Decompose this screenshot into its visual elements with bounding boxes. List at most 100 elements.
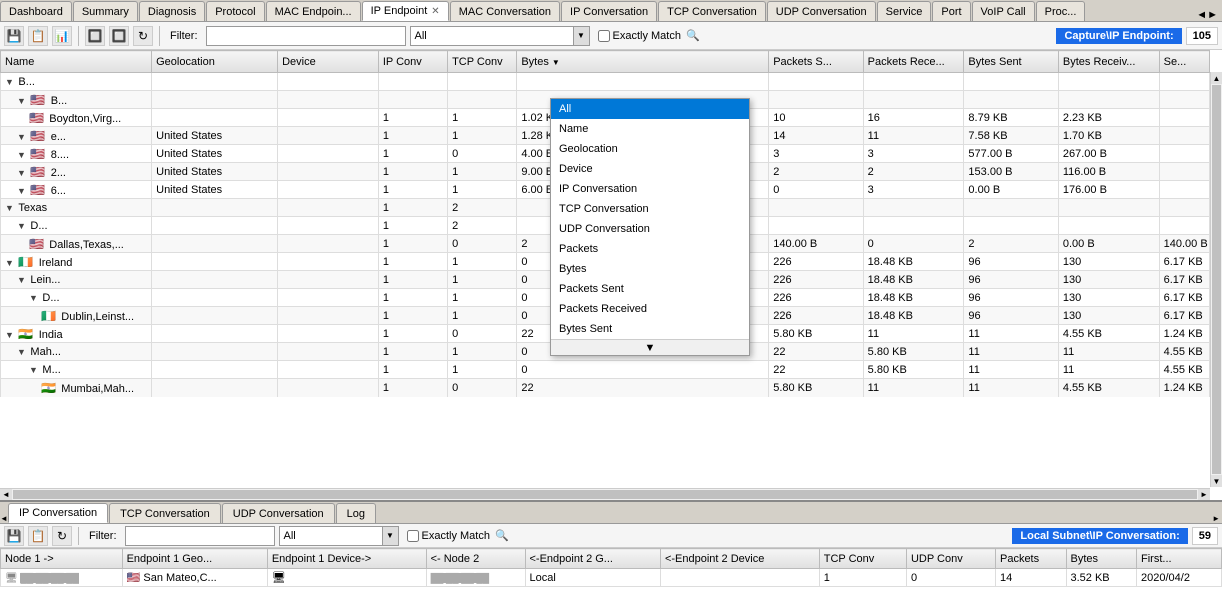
tab-dashboard[interactable]: Dashboard	[0, 1, 72, 21]
bottom-filter-input[interactable]	[125, 526, 275, 546]
bottom-toolbar-icon-3[interactable]: ↻	[52, 526, 72, 546]
bottom-col-bytes[interactable]: Bytes	[1066, 549, 1137, 569]
col-pkt-sent[interactable]: Packets S...	[769, 51, 863, 73]
expand-icon[interactable]: ▼	[17, 132, 28, 142]
scroll-up-arrow[interactable]: ▲	[1211, 72, 1222, 84]
expand-icon[interactable]: ▼	[17, 96, 28, 106]
bottom-nav-left[interactable]: ◄	[0, 514, 8, 523]
bottom-col-tcp-conv[interactable]: TCP Conv	[819, 549, 906, 569]
search-icon[interactable]: 🔍	[686, 29, 700, 42]
bottom-col-node2[interactable]: <- Node 2	[426, 549, 525, 569]
toolbar-icon-4[interactable]: 🔲	[85, 26, 105, 46]
filter-input[interactable]	[206, 26, 406, 46]
col-bytes[interactable]: Bytes ▼	[517, 51, 769, 73]
tab-summary[interactable]: Summary	[73, 1, 138, 21]
bottom-col-geo1[interactable]: Endpoint 1 Geo...	[122, 549, 267, 569]
toolbar-icon-6[interactable]: ↻	[133, 26, 153, 46]
close-icon[interactable]: ✕	[431, 6, 439, 17]
bottom-col-udp-conv[interactable]: UDP Conv	[906, 549, 995, 569]
bottom-col-dev1[interactable]: Endpoint 1 Device->	[267, 549, 426, 569]
tab-diagnosis[interactable]: Diagnosis	[139, 1, 205, 21]
dropdown-item-packets-sent[interactable]: Packets Sent	[551, 279, 749, 299]
table-row[interactable]: ▼ M...110225.80 KB11114.55 KB	[1, 361, 1210, 379]
tab-proc[interactable]: Proc...	[1036, 1, 1086, 21]
bottom-nav-right[interactable]: ►	[1210, 514, 1222, 523]
scroll-down-arrow[interactable]: ▼	[1211, 475, 1222, 487]
bottom-col-packets[interactable]: Packets	[995, 549, 1066, 569]
expand-icon[interactable]: ▼	[17, 168, 28, 178]
dropdown-item-bytes[interactable]: Bytes	[551, 259, 749, 279]
horizontal-scrollbar[interactable]: ◄ ►	[0, 488, 1210, 500]
expand-icon[interactable]: ▼	[29, 293, 40, 303]
exactly-match-checkbox[interactable]	[598, 30, 610, 42]
dropdown-item-bytes-sent[interactable]: Bytes Sent	[551, 319, 749, 339]
table-row[interactable]: ▼ B...	[1, 73, 1210, 91]
tab-mac-endpoint[interactable]: MAC Endpoin...	[266, 1, 361, 21]
bottom-dropdown-btn[interactable]: ▼	[382, 527, 398, 545]
dropdown-item-geolocation[interactable]: Geolocation	[551, 139, 749, 159]
dropdown-item-tcp-conv[interactable]: TCP Conversation	[551, 199, 749, 219]
dropdown-item-ip-conv[interactable]: IP Conversation	[551, 179, 749, 199]
tab-voip-call[interactable]: VoIP Call	[972, 1, 1035, 21]
bottom-table-row[interactable]: 🖥 ██ ██ ██ ██🇺🇸 San Mateo,C...🖥 ██ ██ ██…	[1, 569, 1222, 587]
tab-ip-endpoint[interactable]: IP Endpoint ✕	[362, 1, 449, 21]
h-scroll-thumb[interactable]	[13, 490, 1197, 499]
dropdown-item-all[interactable]: All	[551, 99, 749, 119]
col-bytes-sent[interactable]: Bytes Sent	[964, 51, 1058, 73]
expand-icon[interactable]: ▼	[5, 330, 16, 340]
bottom-exactly-match-checkbox[interactable]	[407, 530, 419, 542]
bottom-tab-ip-conversation[interactable]: IP Conversation	[8, 503, 108, 523]
scroll-left-arrow[interactable]: ◄	[0, 489, 12, 500]
expand-icon[interactable]: ▼	[29, 365, 40, 375]
bottom-filter-dropdown[interactable]: All ▼	[279, 526, 399, 546]
bottom-col-first[interactable]: First...	[1137, 549, 1222, 569]
col-se[interactable]: Se...	[1159, 51, 1209, 73]
dropdown-item-packets[interactable]: Packets	[551, 239, 749, 259]
bottom-col-dev2[interactable]: <-Endpoint 2 Device	[660, 549, 819, 569]
toolbar-icon-2[interactable]: 📋	[28, 26, 48, 46]
bottom-search-icon[interactable]: 🔍	[495, 529, 509, 542]
tab-service[interactable]: Service	[877, 1, 932, 21]
vertical-scrollbar[interactable]: ▲ ▼	[1210, 72, 1222, 487]
dropdown-item-packets-recv[interactable]: Packets Received	[551, 299, 749, 319]
expand-icon[interactable]: ▼	[5, 258, 16, 268]
expand-icon[interactable]: ▼	[17, 186, 28, 196]
dropdown-item-udp-conv[interactable]: UDP Conversation	[551, 219, 749, 239]
col-pkt-recv[interactable]: Packets Rece...	[863, 51, 964, 73]
scroll-thumb[interactable]	[1212, 85, 1221, 474]
col-device[interactable]: Device	[278, 51, 379, 73]
table-row[interactable]: 🇮🇳 Mumbai,Mah...10225.80 KB11114.55 KB1.…	[1, 379, 1210, 397]
tab-ip-conversation[interactable]: IP Conversation	[561, 1, 657, 21]
tab-tcp-conversation[interactable]: TCP Conversation	[658, 1, 766, 21]
expand-icon[interactable]: ▼	[17, 150, 28, 160]
col-ipconv[interactable]: IP Conv	[378, 51, 447, 73]
bottom-toolbar-icon-1[interactable]: 💾	[4, 526, 24, 546]
bottom-tab-udp-conversation[interactable]: UDP Conversation	[222, 503, 335, 523]
expand-icon[interactable]: ▼	[17, 221, 28, 231]
tab-protocol[interactable]: Protocol	[206, 1, 264, 21]
bottom-toolbar-icon-2[interactable]: 📋	[28, 526, 48, 546]
nav-left-icon[interactable]: ◄	[1196, 9, 1207, 21]
toolbar-icon-1[interactable]: 💾	[4, 26, 24, 46]
col-geolocation[interactable]: Geolocation	[152, 51, 278, 73]
col-tcpconv[interactable]: TCP Conv	[448, 51, 517, 73]
dropdown-item-name[interactable]: Name	[551, 119, 749, 139]
filter-dropdown-btn[interactable]: ▼	[573, 27, 589, 45]
filter-dropdown[interactable]: All ▼	[410, 26, 590, 46]
bottom-col-node1[interactable]: Node 1 ->	[1, 549, 123, 569]
expand-icon[interactable]: ▼	[17, 275, 28, 285]
expand-icon[interactable]: ▼	[17, 347, 28, 357]
bottom-col-geo2[interactable]: <-Endpoint 2 G...	[525, 549, 660, 569]
bottom-tab-log[interactable]: Log	[336, 503, 376, 523]
expand-icon[interactable]: ▼	[5, 203, 16, 213]
dropdown-scroll-down[interactable]: ▼	[551, 339, 749, 355]
col-name[interactable]: Name	[1, 51, 152, 73]
tab-port[interactable]: Port	[932, 1, 970, 21]
dropdown-item-device[interactable]: Device	[551, 159, 749, 179]
expand-icon[interactable]: ▼	[5, 77, 16, 87]
bottom-tab-tcp-conversation[interactable]: TCP Conversation	[109, 503, 221, 523]
scroll-right-arrow[interactable]: ►	[1198, 489, 1210, 500]
tab-mac-conversation[interactable]: MAC Conversation	[450, 1, 560, 21]
col-bytes-recv[interactable]: Bytes Receiv...	[1058, 51, 1159, 73]
nav-right-icon[interactable]: ►	[1207, 9, 1218, 21]
